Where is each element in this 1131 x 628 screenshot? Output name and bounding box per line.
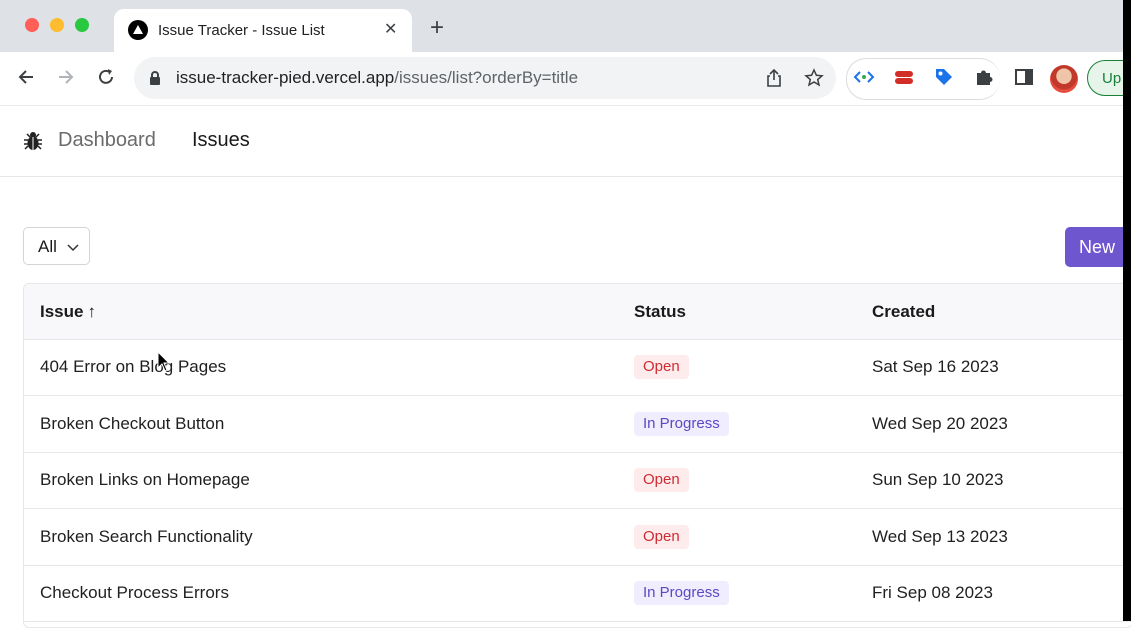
- tab-title: Issue Tracker - Issue List: [158, 22, 325, 39]
- window-minimize-button[interactable]: [50, 18, 64, 32]
- column-header-issue[interactable]: Issue ↑: [40, 302, 96, 322]
- issue-title-link[interactable]: Broken Search Functionality: [40, 527, 253, 547]
- chevron-down-icon: [67, 244, 79, 252]
- issues-table: Issue ↑ Status Created 404 Error on Blog …: [23, 283, 1131, 628]
- table-header: Issue ↑ Status Created: [24, 284, 1131, 340]
- bookmark-star-icon[interactable]: [804, 68, 824, 88]
- window-close-button[interactable]: [25, 18, 39, 32]
- side-panel-icon[interactable]: [1013, 66, 1035, 88]
- puzzle-extensions-icon[interactable]: [973, 66, 995, 88]
- lastpass-extension-icon[interactable]: [893, 66, 915, 88]
- share-icon[interactable]: [764, 68, 784, 88]
- tab-close-icon[interactable]: ✕: [384, 19, 397, 39]
- issue-title-link[interactable]: Checkout Process Errors: [40, 583, 229, 603]
- status-badge: Open: [634, 468, 689, 492]
- tag-extension-icon[interactable]: [933, 66, 955, 88]
- status-badge: In Progress: [634, 411, 729, 436]
- window-edge: [1123, 0, 1131, 621]
- profile-avatar[interactable]: [1050, 65, 1078, 93]
- mouse-cursor-icon: [157, 351, 171, 372]
- table-row[interactable]: Broken Checkout Button In Progress Wed Sep…: [24, 396, 1131, 453]
- app-navbar: Dashboard Issues: [0, 106, 1123, 177]
- bug-logo-icon[interactable]: [24, 131, 42, 151]
- column-header-status[interactable]: Status: [634, 302, 686, 322]
- issue-title-link[interactable]: Broken Checkout Button: [40, 414, 224, 434]
- table-row[interactable]: Broken Links on Homepage Open Sun Sep 10 2…: [24, 452, 1131, 509]
- reload-icon[interactable]: [95, 66, 117, 88]
- url-text[interactable]: issue-tracker-pied.vercel.app/issues/lis…: [176, 68, 578, 88]
- created-date: Fri Sep 08 2023: [872, 583, 993, 602]
- created-date: Wed Sep 20 2023: [872, 413, 1008, 433]
- issue-title-link[interactable]: 404 Error on Blog Pages: [40, 357, 226, 377]
- created-date: Wed Sep 13 2023: [872, 526, 1008, 546]
- new-issue-button[interactable]: New: [1065, 227, 1131, 267]
- vercel-favicon-icon: [128, 20, 148, 40]
- nav-issues-link[interactable]: Issues: [192, 129, 250, 152]
- window-zoom-button[interactable]: [75, 18, 89, 32]
- table-row[interactable]: 404 Error on Blog Pages Open Sat Sep 16 20…: [24, 339, 1131, 396]
- table-row[interactable]: Broken Search Functionality Open Wed Sep 1…: [24, 509, 1131, 566]
- address-bar[interactable]: issue-tracker-pied.vercel.app/issues/lis…: [134, 57, 836, 99]
- status-filter-value: All: [38, 237, 57, 256]
- forward-arrow-icon[interactable]: [55, 66, 77, 88]
- created-date: Sat Sep 16 2023: [872, 357, 999, 376]
- issue-title-link[interactable]: Broken Links on Homepage: [40, 470, 250, 490]
- status-filter-select[interactable]: All: [23, 227, 90, 265]
- nav-dashboard-link[interactable]: Dashboard: [58, 129, 156, 152]
- browser-tab-bar: Issue Tracker - Issue List ✕ +: [0, 0, 1123, 52]
- status-badge: In Progress: [634, 581, 729, 605]
- browser-toolbar: issue-tracker-pied.vercel.app/issues/lis…: [0, 52, 1131, 106]
- created-date: Sun Sep 10 2023: [872, 470, 1004, 489]
- back-arrow-icon[interactable]: [15, 66, 37, 88]
- table-row[interactable]: Checkout Process Errors In Progress Fri Se…: [24, 565, 1131, 622]
- code-extension-icon[interactable]: [853, 66, 875, 88]
- status-badge: Open: [634, 355, 689, 379]
- lock-icon[interactable]: [148, 70, 162, 86]
- browser-tab[interactable]: Issue Tracker - Issue List ✕: [114, 9, 412, 52]
- status-badge: Open: [634, 524, 689, 549]
- sort-arrow-up-icon: ↑: [87, 302, 96, 321]
- new-tab-icon[interactable]: +: [430, 16, 444, 40]
- column-header-created[interactable]: Created: [872, 302, 935, 322]
